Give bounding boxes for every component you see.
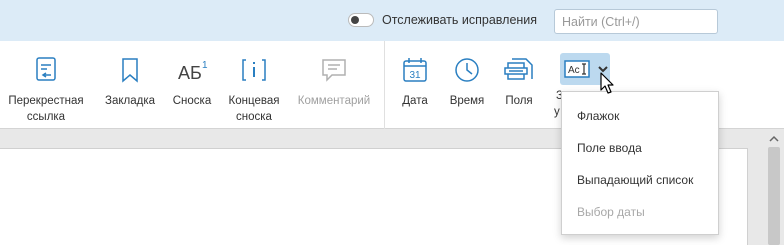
date-label: Дата (402, 95, 428, 107)
footnote-label: Сноска (172, 95, 212, 107)
svg-text:АБ: АБ (178, 63, 202, 83)
track-changes-label: Отслеживать исправления (382, 13, 538, 27)
cross-reference-icon (35, 55, 57, 85)
ribbon-separator (384, 41, 385, 129)
comment-icon (321, 55, 347, 85)
content-control-dropdown-menu: Флажок Поле ввода Выпадающий список Выбо… (561, 91, 719, 235)
clock-icon (454, 55, 480, 85)
endnote-button[interactable]: Концевая сноска (224, 41, 284, 125)
footnote-icon: АБ 1 (176, 55, 208, 85)
endnote-icon (240, 55, 268, 85)
cross-reference-button[interactable]: Перекрестная ссылка (4, 41, 88, 125)
date-button[interactable]: 31 Дата (396, 41, 434, 109)
cross-reference-label: Перекрестная ссылка (8, 95, 84, 123)
bookmark-icon (120, 55, 140, 85)
content-control-label-partial-2: у (554, 106, 560, 118)
calendar-day-number: 31 (409, 70, 421, 81)
bookmark-label: Закладка (105, 95, 155, 107)
time-button[interactable]: Время (446, 41, 488, 109)
toggle-knob (351, 16, 359, 24)
top-bar: Отслеживать исправления (0, 0, 784, 41)
toggle-switch[interactable] (348, 13, 374, 27)
footnote-button[interactable]: АБ 1 Сноска (168, 41, 216, 109)
scroll-up-icon[interactable] (768, 133, 780, 145)
menu-item-dropdown-list[interactable]: Выпадающий список (562, 164, 718, 196)
time-label: Время (449, 95, 485, 107)
fields-label: Поля (505, 95, 533, 107)
svg-text:Ac: Ac (568, 65, 580, 76)
fields-button[interactable]: Поля (500, 41, 538, 109)
search-input[interactable] (554, 9, 718, 34)
svg-text:1: 1 (202, 60, 208, 71)
comment-button[interactable]: Комментарий (292, 41, 376, 109)
bookmark-button[interactable]: Закладка (102, 41, 158, 109)
fields-icon (504, 55, 534, 85)
menu-item-text-field[interactable]: Поле ввода (562, 132, 718, 164)
chevron-down-icon[interactable] (596, 59, 610, 79)
comment-label: Комментарий (297, 95, 371, 107)
endnote-label: Концевая сноска (228, 95, 280, 123)
vertical-scrollbar-thumb[interactable] (768, 147, 780, 245)
calendar-icon: 31 (403, 55, 427, 85)
content-control-button[interactable]: Ac (560, 53, 610, 85)
menu-item-checkbox[interactable]: Флажок (562, 100, 718, 132)
content-control-icon: Ac (562, 55, 592, 83)
menu-item-date-picker: Выбор даты (577, 205, 645, 219)
track-changes-toggle[interactable]: Отслеживать исправления (348, 13, 537, 27)
